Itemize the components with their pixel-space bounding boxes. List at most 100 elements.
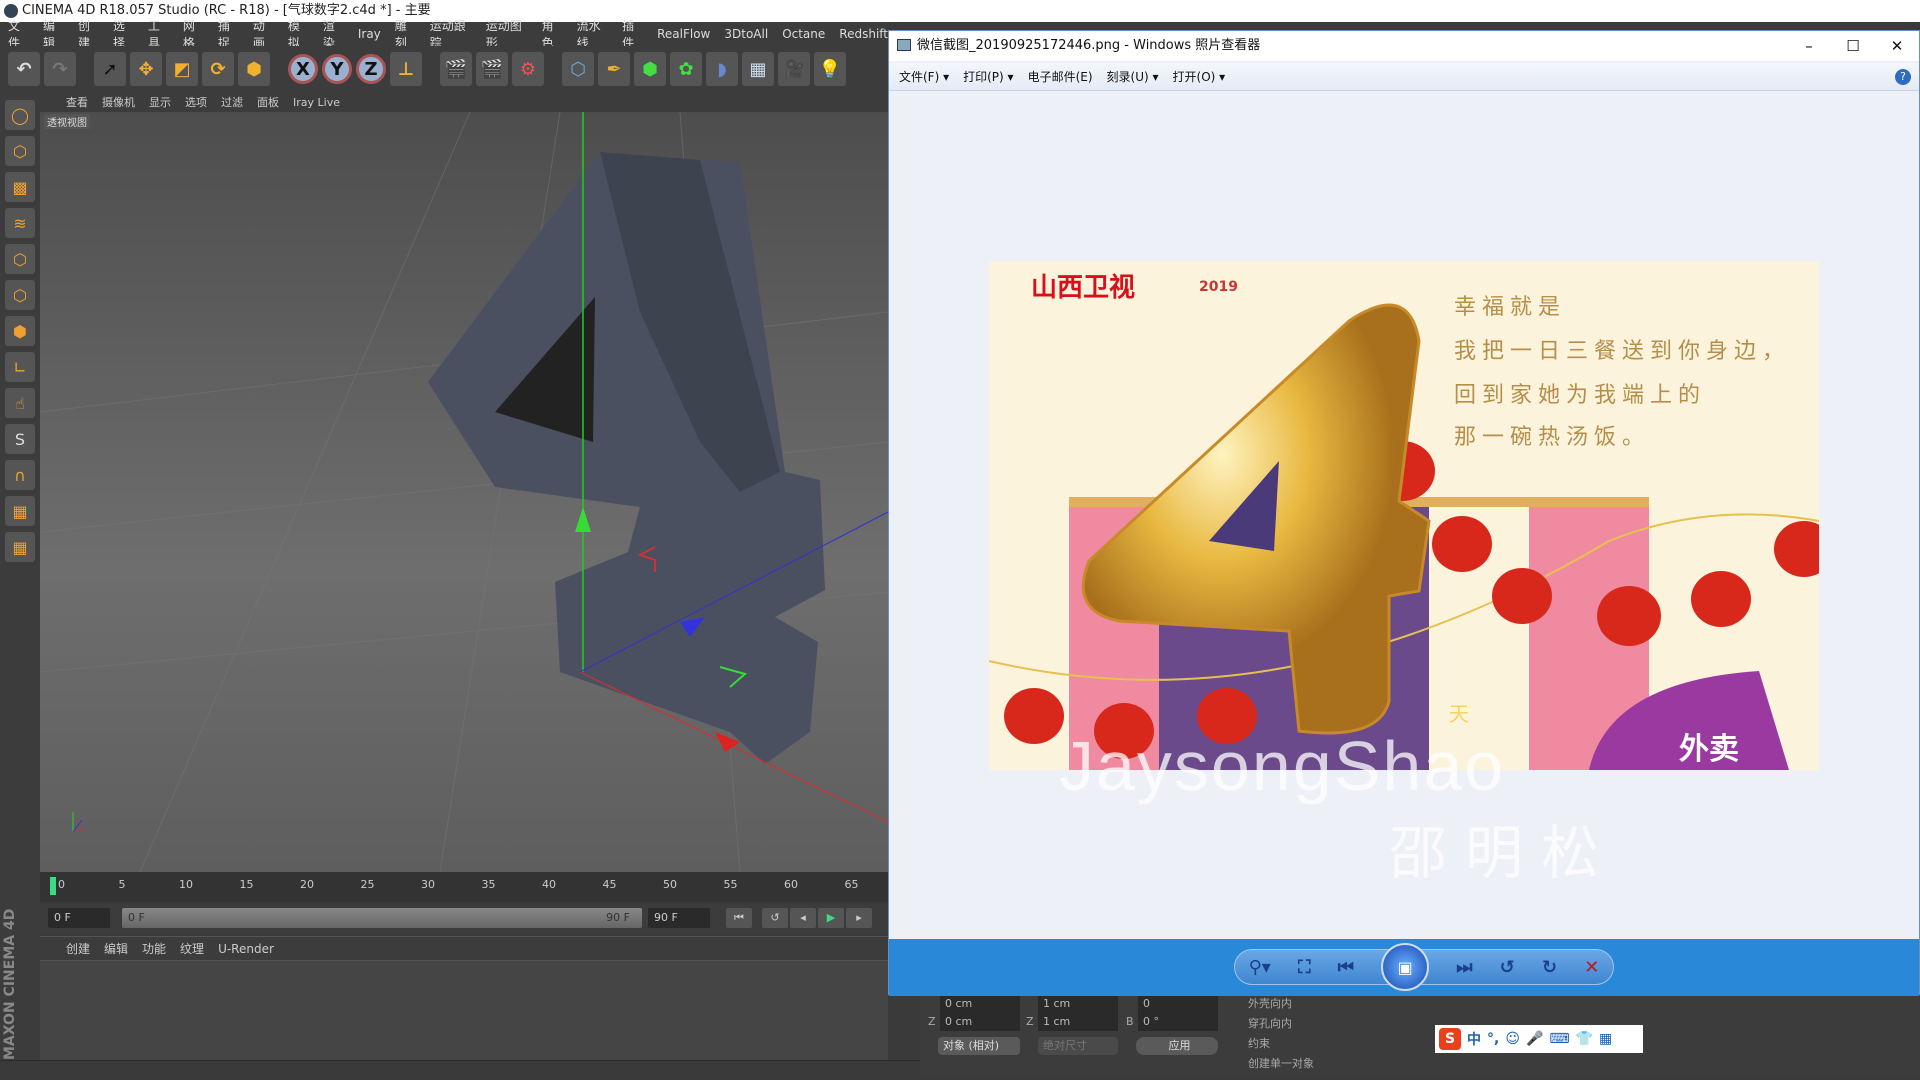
toolbox-icon[interactable]: ▦ [1599,1031,1612,1047]
emoji-icon[interactable]: ☺ [1505,1031,1520,1047]
axis-mode-icon[interactable]: ∟ [5,352,35,382]
skin-icon[interactable]: 👕 [1576,1031,1593,1047]
keyboard-icon[interactable]: ⌨ [1549,1031,1569,1047]
y-axis-lock[interactable]: Y [322,54,352,84]
viewport-menu-item-5[interactable]: 面板 [257,94,279,110]
render-picture-viewer-icon[interactable]: 🎬 [476,52,508,86]
camera-icon[interactable]: 🎥 [778,52,810,86]
material-menu-item-3[interactable]: 纹理 [180,940,204,957]
menu-item-19[interactable]: Octane [782,27,825,41]
points-mode-icon[interactable]: ⬡ [5,244,35,274]
previous-icon[interactable]: ⏮ [1338,957,1354,978]
play-icon[interactable]: ▶ [818,908,844,928]
pen-icon[interactable]: ✒ [598,52,630,86]
material-menu-item-0[interactable]: 创建 [66,940,90,957]
render-settings-icon[interactable]: ⚙ [512,52,544,86]
viewport-menu-item-2[interactable]: 显示 [149,94,171,110]
scale-tool-icon[interactable]: ◩ [166,52,198,86]
option-shell-inward[interactable]: 外壳向内 [1248,995,1292,1011]
material-menu-item-2[interactable]: 功能 [142,940,166,957]
apply-button[interactable]: 应用 [1136,1037,1218,1055]
maximize-button[interactable]: ☐ [1831,31,1875,61]
menu-item-10[interactable]: Iray [358,27,381,41]
floor-icon[interactable]: ▦ [742,52,774,86]
menu-item-17[interactable]: RealFlow [657,27,710,41]
b-rot-field[interactable]: 0 ° [1138,1013,1218,1031]
redo-button[interactable]: ↷ [44,52,76,86]
viewport-3d[interactable]: 透视视图 [40,112,888,872]
delete-icon[interactable]: ✕ [1584,957,1599,978]
menu-email[interactable]: 电子邮件(E) [1028,68,1093,85]
x-axis-lock[interactable]: X [288,54,318,84]
render-view-icon[interactable]: 🎬 [440,52,472,86]
viewport-menu-item-0[interactable]: 查看 [66,94,88,110]
frame-range-slider[interactable]: 0 F 90 F [122,908,642,928]
next-frame-icon[interactable]: ▸ [846,908,872,928]
menu-burn[interactable]: 刻录(U) ▾ [1107,68,1159,85]
size-mode-select[interactable]: 绝对尺寸 [1038,1037,1118,1055]
material-menu-item-1[interactable]: 编辑 [104,940,128,957]
menu-file[interactable]: 文件(F) ▾ [899,68,949,85]
model-mode-icon[interactable]: ⬡ [5,136,35,166]
end-frame-field[interactable]: 90 F [648,908,710,928]
viewport-menu-item-4[interactable]: 过滤 [221,94,243,110]
recent-tool-icon[interactable]: ⬢ [238,52,270,86]
coordinate-system-icon[interactable]: ⊥ [390,52,422,86]
workplane-lock-icon[interactable]: ▦ [5,532,35,562]
z-axis-lock[interactable]: Z [356,54,386,84]
z-size-field[interactable]: 1 cm [1038,1013,1118,1031]
timeline-ruler[interactable]: 0 5 10 15 20 25 30 35 40 45 50 55 60 65 [40,872,888,902]
edges-mode-icon[interactable]: ⬡ [5,280,35,310]
close-button[interactable]: ✕ [1875,31,1919,61]
zoom-icon[interactable]: ⚲▾ [1249,957,1271,978]
go-to-start-icon[interactable]: ⏮ [726,908,752,928]
p-rot-field[interactable]: 0 [1138,995,1218,1013]
polygons-mode-icon[interactable]: ⬢ [5,316,35,346]
move-tool-icon[interactable]: ✥ [130,52,162,86]
menu-open[interactable]: 打开(O) ▾ [1173,68,1226,85]
workplane-icon[interactable]: ≋ [5,208,35,238]
previous-key-icon[interactable]: ↺ [762,908,788,928]
punctuation-icon[interactable]: °, [1487,1031,1499,1047]
option-single-object[interactable]: 创建单一对象 [1248,1055,1314,1071]
previous-frame-icon[interactable]: ◂ [790,908,816,928]
option-constrain[interactable]: 约束 [1248,1035,1270,1051]
minimize-button[interactable]: – [1787,31,1831,61]
sogou-logo-icon[interactable]: S [1439,1028,1461,1050]
tweak-icon[interactable]: ☝ [5,388,35,418]
chinese-mode-icon[interactable]: 中 [1467,1029,1481,1049]
rotate-tool-icon[interactable]: ⟳ [202,52,234,86]
undo-button[interactable]: ↶ [8,52,40,86]
voice-icon[interactable]: 🎤 [1526,1031,1543,1047]
z-pos-field[interactable]: 0 cm [940,1013,1020,1031]
rotate-cw-icon[interactable]: ↻ [1542,957,1557,978]
rotate-ccw-icon[interactable]: ↺ [1500,957,1515,978]
grid-lock-icon[interactable]: ▦ [5,496,35,526]
coordinate-mode-select[interactable]: 对象 (相对) [938,1037,1020,1055]
fit-icon[interactable]: ⛶ [1298,957,1311,978]
current-frame-marker[interactable] [50,877,56,895]
deformer-icon[interactable]: ◗ [706,52,738,86]
menu-print[interactable]: 打印(P) ▾ [963,68,1013,85]
y-size-field[interactable]: 1 cm [1038,995,1118,1013]
y-pos-field[interactable]: 0 cm [940,995,1020,1013]
material-menu-item-4[interactable]: U-Render [218,942,274,956]
start-frame-field[interactable]: 0 F [48,908,110,928]
menu-item-18[interactable]: 3DtoAll [724,27,768,41]
material-manager[interactable] [40,960,888,1060]
option-hole-inward[interactable]: 穿孔向内 [1248,1015,1292,1031]
next-icon[interactable]: ⏭ [1456,957,1472,978]
snap-icon[interactable]: S [5,424,35,454]
make-editable-icon[interactable]: ◯ [5,100,35,130]
magnet-icon[interactable]: ∩ [5,460,35,490]
sogou-ime-toolbar[interactable]: S 中 °, ☺ 🎤 ⌨ 👕 ▦ [1435,1025,1643,1053]
cloner-icon[interactable]: ✿ [670,52,702,86]
viewport-menu-item-3[interactable]: 选项 [185,94,207,110]
menu-item-20[interactable]: Redshift [839,27,888,41]
slideshow-icon[interactable]: ▣ [1381,943,1430,991]
subdivision-icon[interactable]: ⬢ [634,52,666,86]
help-icon[interactable]: ? [1895,69,1911,85]
viewport-menu-item-6[interactable]: Iray Live [293,96,340,109]
viewport-menu-item-1[interactable]: 摄像机 [102,94,135,110]
cube-icon[interactable]: ⬡ [562,52,594,86]
